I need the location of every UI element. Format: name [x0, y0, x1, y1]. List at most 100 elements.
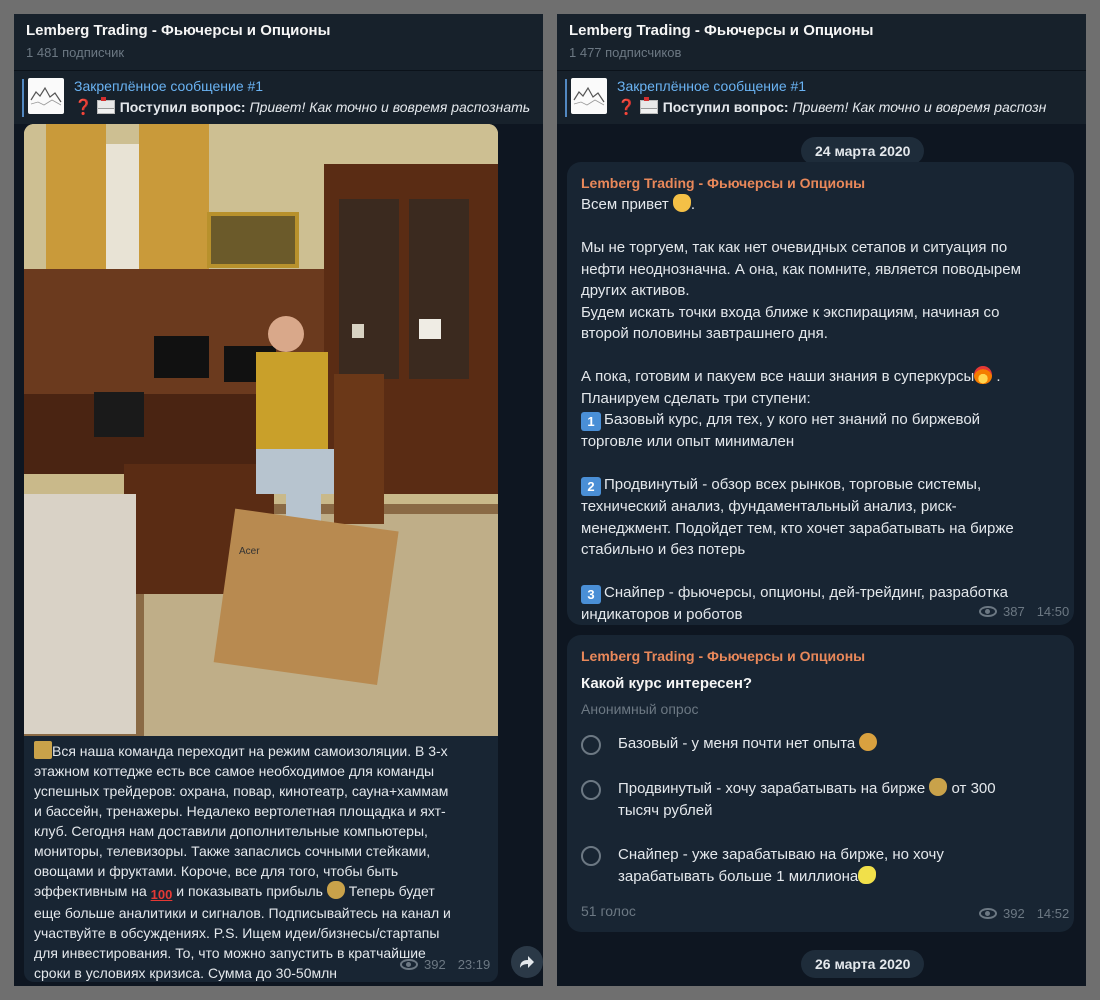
option-text: тысяч рублей — [618, 802, 713, 819]
post-time: 23:19 — [457, 957, 491, 972]
fire-emoji — [974, 366, 993, 384]
pinned-title: Закреплённое сообщение #1 — [74, 78, 264, 94]
poll-option[interactable]: Продвинутый - хочу зарабатывать на бирже… — [581, 778, 1061, 826]
pinned-message[interactable]: Закреплённое сообщение #1 ❓ Поступил вопр… — [14, 70, 543, 124]
poll-option-label: Снайпер - уже зарабатываю на бирже, но х… — [618, 844, 1058, 888]
post-meta: 392 14:52 — [979, 906, 1069, 921]
keycap-1-emoji: 1 — [581, 412, 601, 431]
envelope-emoji — [96, 97, 115, 114]
caption-line: Вся наша команда переходит на режим само… — [52, 743, 448, 759]
caption-line: успешных трейдеров: охрана, повар, кинот… — [34, 783, 449, 799]
wave-emoji — [672, 194, 691, 212]
caption-line: участвуйте в обсуждениях. P.S. Ищем идеи… — [34, 925, 440, 941]
caption-line: овощами и фруктами. Короче, все для того… — [34, 863, 399, 879]
keycap-3-emoji: 3 — [581, 585, 601, 604]
post-meta: 392 23:19 — [400, 957, 490, 972]
caption-line: Теперь будет — [348, 883, 435, 899]
text-line: других активов. — [581, 282, 690, 299]
message-author[interactable]: Lemberg Trading - Фьючерсы и Опционы — [581, 648, 865, 664]
text-line: Планируем сделать три ступени: — [581, 389, 811, 407]
keycap-2-emoji: 2 — [581, 477, 601, 496]
photo-caption: Вся наша команда переходит на режим само… — [34, 741, 490, 982]
pinned-italic: Привет! Как точно и вовремя распозн — [792, 99, 1047, 115]
post-time: 14:50 — [1036, 604, 1070, 619]
pinned-bar — [565, 79, 567, 117]
pinned-bold: Поступил вопрос: — [119, 99, 246, 115]
caption-line: этажном коттедже есть все самое необходи… — [34, 763, 435, 779]
money-bag-emoji — [326, 881, 345, 899]
money-bag-emoji — [929, 778, 948, 796]
poll-bubble: Lemberg Trading - Фьючерсы и Опционы Как… — [567, 635, 1074, 932]
lemon-emoji — [858, 866, 877, 884]
left-channel-panel: Lemberg Trading - Фьючерсы и Опционы 1 4… — [14, 14, 543, 986]
option-text: зарабатывать больше 1 миллиона — [618, 868, 859, 885]
caption-line: еще больше аналитики и сигналов. Подписы… — [34, 905, 451, 921]
caption-line: клуб. Сегодня нам доставили дополнительн… — [34, 823, 428, 839]
caption-line: эффективным на — [34, 883, 147, 899]
subscriber-count: 1 481 подписчик — [26, 45, 125, 60]
lion-emoji — [859, 733, 878, 751]
radio-button[interactable] — [581, 780, 601, 800]
caption-line: и показывать прибыль — [176, 883, 323, 899]
eye-icon — [979, 606, 997, 617]
pinned-title: Закреплённое сообщение #1 — [617, 78, 807, 94]
text-line: нефти неоднозначна. А она, как помните, … — [581, 260, 1021, 278]
post-photo[interactable]: Acer — [24, 124, 498, 736]
hundred-emoji: 100 — [150, 887, 173, 902]
photo-box-label: Acer — [239, 546, 260, 557]
channel-title: Lemberg Trading - Фьючерсы и Опционы — [26, 22, 331, 39]
caption-line: и бассейн, тренажеры. Недалеко вертолетн… — [34, 803, 446, 819]
envelope-emoji — [639, 97, 658, 114]
option-text: Базовый - у меня почти нет опыта — [618, 735, 856, 752]
share-icon — [520, 956, 534, 968]
caption-line: мониторы, телевизоры. Также запаслись со… — [34, 843, 431, 859]
option-text: от 300 — [951, 780, 996, 797]
text-line: стабильно и без потерь — [581, 541, 746, 558]
pinned-thumbnail — [28, 78, 64, 114]
view-count: 387 — [1003, 604, 1025, 619]
pinned-italic: Привет! Как точно и вовремя распознать — [249, 99, 531, 115]
eye-icon — [400, 959, 418, 970]
pinned-bar — [22, 79, 24, 117]
post-meta: 387 14:50 — [979, 604, 1069, 619]
pinned-message[interactable]: Закреплённое сообщение #1 ❓ Поступил вопр… — [557, 70, 1086, 124]
eye-icon — [979, 908, 997, 919]
message-bubble: Lemberg Trading - Фьючерсы и Опционы Все… — [567, 162, 1074, 625]
right-channel-panel: Lemberg Trading - Фьючерсы и Опционы 1 4… — [557, 14, 1086, 986]
view-count: 392 — [424, 957, 446, 972]
channel-header[interactable]: Lemberg Trading - Фьючерсы и Опционы 1 4… — [14, 14, 543, 70]
text-line: Снайпер - фьючерсы, опционы, дей-трейдин… — [604, 584, 1008, 601]
pinned-preview: ❓ Поступил вопрос: Привет! Как точно и во… — [74, 97, 531, 116]
text-line: торговле или опыт минимален — [581, 433, 795, 450]
text-line: Базовый курс, для тех, у кого нет знаний… — [604, 411, 981, 428]
poll-option[interactable]: Снайпер - уже зарабатываю на бирже, но х… — [581, 844, 1061, 892]
pinned-preview: ❓ Поступил вопрос: Привет! Как точно и во… — [617, 97, 1047, 116]
text-line: А пока, готовим и пакуем все наши знания… — [581, 368, 975, 385]
post-time: 14:52 — [1036, 906, 1070, 921]
share-button[interactable] — [511, 946, 543, 978]
option-text: Снайпер - уже зарабатываю на бирже, но х… — [618, 846, 944, 863]
date-separator: 24 марта 2020 — [801, 137, 925, 165]
greeting-text: Всем привет — [581, 196, 669, 213]
poll-question: Какой курс интересен? — [581, 675, 753, 692]
question-emoji: ❓ — [617, 99, 636, 116]
date-separator: 26 марта 2020 — [801, 950, 925, 978]
channel-header[interactable]: Lemberg Trading - Фьючерсы и Опционы 1 4… — [557, 14, 1086, 70]
text-line: Продвинутый - обзор всех рынков, торговы… — [604, 476, 982, 493]
message-author[interactable]: Lemberg Trading - Фьючерсы и Опционы — [581, 175, 865, 191]
text-line: технический анализ, фундаментальный анал… — [581, 498, 957, 515]
option-text: Продвинутый - хочу зарабатывать на бирже — [618, 780, 926, 797]
pinned-thumbnail — [571, 78, 607, 114]
poll-option[interactable]: Базовый - у меня почти нет опыта — [581, 733, 1061, 759]
channel-title: Lemberg Trading - Фьючерсы и Опционы — [569, 22, 874, 39]
photo-post: Acer Вся наша команда переходит на режим… — [24, 124, 498, 982]
view-count: 392 — [1003, 906, 1025, 921]
pinned-bold: Поступил вопрос: — [662, 99, 789, 115]
vote-count: 51 голос — [581, 903, 636, 919]
house-emoji — [34, 741, 52, 759]
text-line: менеджмент. Подойдет тем, кто хочет зара… — [581, 519, 1014, 537]
text-line: Будем искать точки входа ближе к экспира… — [581, 303, 1000, 321]
radio-button[interactable] — [581, 735, 601, 755]
radio-button[interactable] — [581, 846, 601, 866]
poll-option-label: Базовый - у меня почти нет опыта — [618, 733, 1058, 755]
